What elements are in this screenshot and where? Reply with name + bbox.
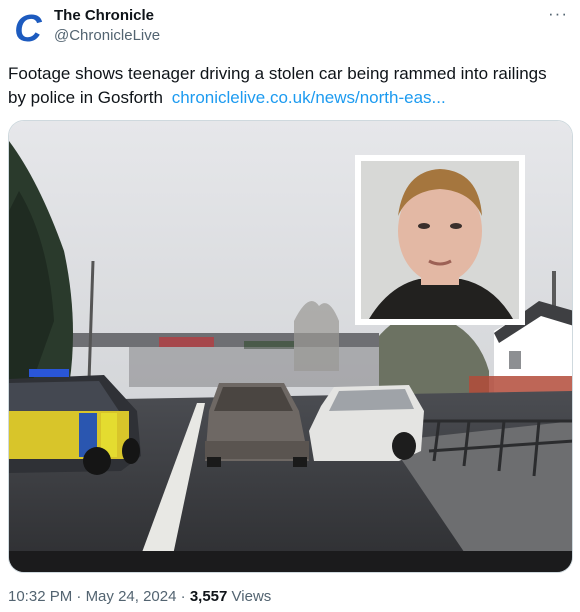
views-count: 3,557 (189, 588, 228, 605)
views-label: Views (231, 588, 272, 605)
tweet-meta: 10:32 PM · May 24, 2024 · 3,557 Views (8, 588, 271, 605)
account-handle[interactable]: @ChronicleLive (54, 27, 160, 44)
dashboard (9, 551, 572, 572)
tweet-time[interactable]: 10:32 PM (8, 588, 72, 605)
tweet-header: C The Chronicle @ChronicleLive ··· (0, 0, 580, 56)
meta-separator: · (76, 588, 82, 605)
more-options-icon[interactable]: ··· (548, 4, 568, 24)
account-avatar[interactable]: C (8, 8, 48, 48)
tweet-date[interactable]: May 24, 2024 (86, 588, 177, 605)
avatar-letter: C (14, 8, 42, 48)
display-name[interactable]: The Chronicle (54, 7, 154, 24)
dashcam-photo (9, 121, 572, 572)
tweet-media[interactable] (8, 120, 573, 573)
tweet-body: Footage shows teenager driving a stolen … (8, 62, 568, 110)
mugshot-inset (355, 155, 525, 325)
article-link[interactable]: chroniclelive.co.uk/news/north-eas... (172, 88, 446, 107)
meta-separator-2: · (180, 588, 186, 605)
chronicle-logo-icon: C (14, 8, 42, 48)
